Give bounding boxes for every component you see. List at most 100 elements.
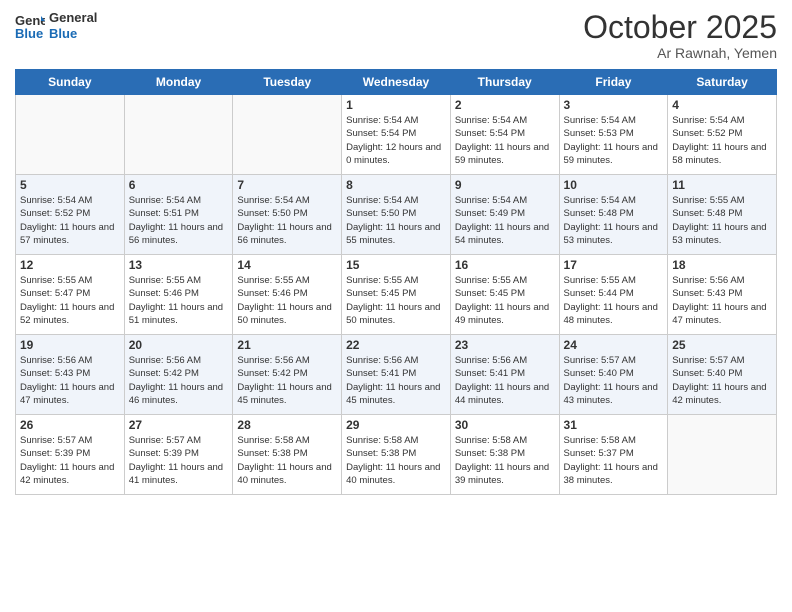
day-info: Sunrise: 5:57 AMSunset: 5:40 PMDaylight:…: [564, 354, 664, 407]
day-cell: 27 Sunrise: 5:57 AMSunset: 5:39 PMDayligh…: [124, 415, 233, 495]
day-info: Sunrise: 5:54 AMSunset: 5:51 PMDaylight:…: [129, 194, 229, 247]
day-cell: 29Sunrise: 5:58 AMSunset: 5:38 PMDayligh…: [342, 415, 451, 495]
day-cell: 6 Sunrise: 5:54 AMSunset: 5:51 PMDaylight…: [124, 175, 233, 255]
day-info: Sunrise: 5:54 AMSunset: 5:52 PMDaylight:…: [20, 194, 120, 247]
day-number: 23: [455, 338, 555, 352]
day-number: 21: [237, 338, 337, 352]
day-info: Sunrise: 5:56 AMSunset: 5:43 PMDaylight:…: [672, 274, 772, 327]
week-row-1: 1 Sunrise: 5:54 AMSunset: 5:54 PMDaylight…: [16, 95, 777, 175]
day-info: Sunrise: 5:55 AMSunset: 5:46 PMDaylight:…: [237, 274, 337, 327]
day-number: 9: [455, 178, 555, 192]
day-number: 11: [672, 178, 772, 192]
day-info: Sunrise: 5:55 AMSunset: 5:46 PMDaylight:…: [129, 274, 229, 327]
day-number: 27: [129, 418, 229, 432]
day-cell: 14 Sunrise: 5:55 AMSunset: 5:46 PMDayligh…: [233, 255, 342, 335]
day-number: 30: [455, 418, 555, 432]
day-info: Sunrise: 5:55 AMSunset: 5:47 PMDaylight:…: [20, 274, 120, 327]
logo: General Blue General Blue: [15, 10, 97, 41]
logo-blue: Blue: [49, 26, 97, 42]
day-number: 31: [564, 418, 664, 432]
day-number: 26: [20, 418, 120, 432]
day-cell: [16, 95, 125, 175]
day-info: Sunrise: 5:55 AMSunset: 5:44 PMDaylight:…: [564, 274, 664, 327]
day-cell: 24Sunrise: 5:57 AMSunset: 5:40 PMDayligh…: [559, 335, 668, 415]
day-number: 19: [20, 338, 120, 352]
day-info: Sunrise: 5:54 AMSunset: 5:48 PMDaylight:…: [564, 194, 664, 247]
day-cell: 20 Sunrise: 5:56 AMSunset: 5:42 PMDayligh…: [124, 335, 233, 415]
day-info: Sunrise: 5:58 AMSunset: 5:37 PMDaylight:…: [564, 434, 664, 487]
day-number: 17: [564, 258, 664, 272]
day-info: Sunrise: 5:58 AMSunset: 5:38 PMDaylight:…: [237, 434, 337, 487]
day-info: Sunrise: 5:55 AMSunset: 5:45 PMDaylight:…: [455, 274, 555, 327]
day-number: 4: [672, 98, 772, 112]
day-cell: 1 Sunrise: 5:54 AMSunset: 5:54 PMDaylight…: [342, 95, 451, 175]
week-row-2: 5Sunrise: 5:54 AMSunset: 5:52 PMDaylight…: [16, 175, 777, 255]
day-cell: 9Sunrise: 5:54 AMSunset: 5:49 PMDaylight…: [450, 175, 559, 255]
day-cell: 28Sunrise: 5:58 AMSunset: 5:38 PMDayligh…: [233, 415, 342, 495]
day-number: 14: [237, 258, 337, 272]
day-cell: 31 Sunrise: 5:58 AMSunset: 5:37 PMDayligh…: [559, 415, 668, 495]
day-cell: 22Sunrise: 5:56 AMSunset: 5:41 PMDayligh…: [342, 335, 451, 415]
col-wednesday: Wednesday: [342, 70, 451, 95]
day-info: Sunrise: 5:57 AMSunset: 5:39 PMDaylight:…: [129, 434, 229, 487]
location: Ar Rawnah, Yemen: [583, 45, 777, 61]
day-cell: 5Sunrise: 5:54 AMSunset: 5:52 PMDaylight…: [16, 175, 125, 255]
day-number: 8: [346, 178, 446, 192]
day-info: Sunrise: 5:57 AMSunset: 5:40 PMDaylight:…: [672, 354, 772, 407]
day-cell: 4 Sunrise: 5:54 AMSunset: 5:52 PMDaylight…: [668, 95, 777, 175]
col-saturday: Saturday: [668, 70, 777, 95]
col-tuesday: Tuesday: [233, 70, 342, 95]
day-cell: 30 Sunrise: 5:58 AMSunset: 5:38 PMDayligh…: [450, 415, 559, 495]
day-cell: 16Sunrise: 5:55 AMSunset: 5:45 PMDayligh…: [450, 255, 559, 335]
week-row-5: 26 Sunrise: 5:57 AMSunset: 5:39 PMDayligh…: [16, 415, 777, 495]
day-cell: 18 Sunrise: 5:56 AMSunset: 5:43 PMDayligh…: [668, 255, 777, 335]
day-info: Sunrise: 5:58 AMSunset: 5:38 PMDaylight:…: [455, 434, 555, 487]
col-friday: Friday: [559, 70, 668, 95]
calendar-header-row: Sunday Monday Tuesday Wednesday Thursday…: [16, 70, 777, 95]
week-row-4: 19 Sunrise: 5:56 AMSunset: 5:43 PMDayligh…: [16, 335, 777, 415]
day-cell: 26 Sunrise: 5:57 AMSunset: 5:39 PMDayligh…: [16, 415, 125, 495]
day-number: 1: [346, 98, 446, 112]
day-info: Sunrise: 5:54 AMSunset: 5:54 PMDaylight:…: [455, 114, 555, 167]
logo-general: General: [49, 10, 97, 26]
day-cell: 19 Sunrise: 5:56 AMSunset: 5:43 PMDayligh…: [16, 335, 125, 415]
day-number: 12: [20, 258, 120, 272]
day-info: Sunrise: 5:56 AMSunset: 5:41 PMDaylight:…: [455, 354, 555, 407]
day-info: Sunrise: 5:56 AMSunset: 5:41 PMDaylight:…: [346, 354, 446, 407]
day-cell: 21Sunrise: 5:56 AMSunset: 5:42 PMDayligh…: [233, 335, 342, 415]
svg-text:Blue: Blue: [15, 26, 43, 41]
day-info: Sunrise: 5:58 AMSunset: 5:38 PMDaylight:…: [346, 434, 446, 487]
day-cell: 13 Sunrise: 5:55 AMSunset: 5:46 PMDayligh…: [124, 255, 233, 335]
col-sunday: Sunday: [16, 70, 125, 95]
day-cell: 8 Sunrise: 5:54 AMSunset: 5:50 PMDaylight…: [342, 175, 451, 255]
day-info: Sunrise: 5:54 AMSunset: 5:53 PMDaylight:…: [564, 114, 664, 167]
day-info: Sunrise: 5:54 AMSunset: 5:54 PMDaylight:…: [346, 114, 446, 167]
day-info: Sunrise: 5:55 AMSunset: 5:48 PMDaylight:…: [672, 194, 772, 247]
day-number: 25: [672, 338, 772, 352]
week-row-3: 12 Sunrise: 5:55 AMSunset: 5:47 PMDayligh…: [16, 255, 777, 335]
day-info: Sunrise: 5:56 AMSunset: 5:43 PMDaylight:…: [20, 354, 120, 407]
day-info: Sunrise: 5:54 AMSunset: 5:50 PMDaylight:…: [346, 194, 446, 247]
day-cell: 12 Sunrise: 5:55 AMSunset: 5:47 PMDayligh…: [16, 255, 125, 335]
day-cell: 10Sunrise: 5:54 AMSunset: 5:48 PMDayligh…: [559, 175, 668, 255]
day-cell: 11 Sunrise: 5:55 AMSunset: 5:48 PMDayligh…: [668, 175, 777, 255]
day-cell: 3 Sunrise: 5:54 AMSunset: 5:53 PMDaylight…: [559, 95, 668, 175]
day-cell: [233, 95, 342, 175]
title-block: October 2025 Ar Rawnah, Yemen: [583, 10, 777, 61]
calendar-page: General Blue General Blue October 2025 A…: [0, 0, 792, 612]
day-cell: [668, 415, 777, 495]
col-thursday: Thursday: [450, 70, 559, 95]
day-info: Sunrise: 5:56 AMSunset: 5:42 PMDaylight:…: [129, 354, 229, 407]
day-number: 3: [564, 98, 664, 112]
day-info: Sunrise: 5:54 AMSunset: 5:50 PMDaylight:…: [237, 194, 337, 247]
day-number: 20: [129, 338, 229, 352]
day-info: Sunrise: 5:57 AMSunset: 5:39 PMDaylight:…: [20, 434, 120, 487]
day-cell: 23 Sunrise: 5:56 AMSunset: 5:41 PMDayligh…: [450, 335, 559, 415]
day-number: 6: [129, 178, 229, 192]
day-cell: 15Sunrise: 5:55 AMSunset: 5:45 PMDayligh…: [342, 255, 451, 335]
day-info: Sunrise: 5:55 AMSunset: 5:45 PMDaylight:…: [346, 274, 446, 327]
day-number: 7: [237, 178, 337, 192]
day-number: 13: [129, 258, 229, 272]
day-info: Sunrise: 5:54 AMSunset: 5:52 PMDaylight:…: [672, 114, 772, 167]
day-number: 18: [672, 258, 772, 272]
